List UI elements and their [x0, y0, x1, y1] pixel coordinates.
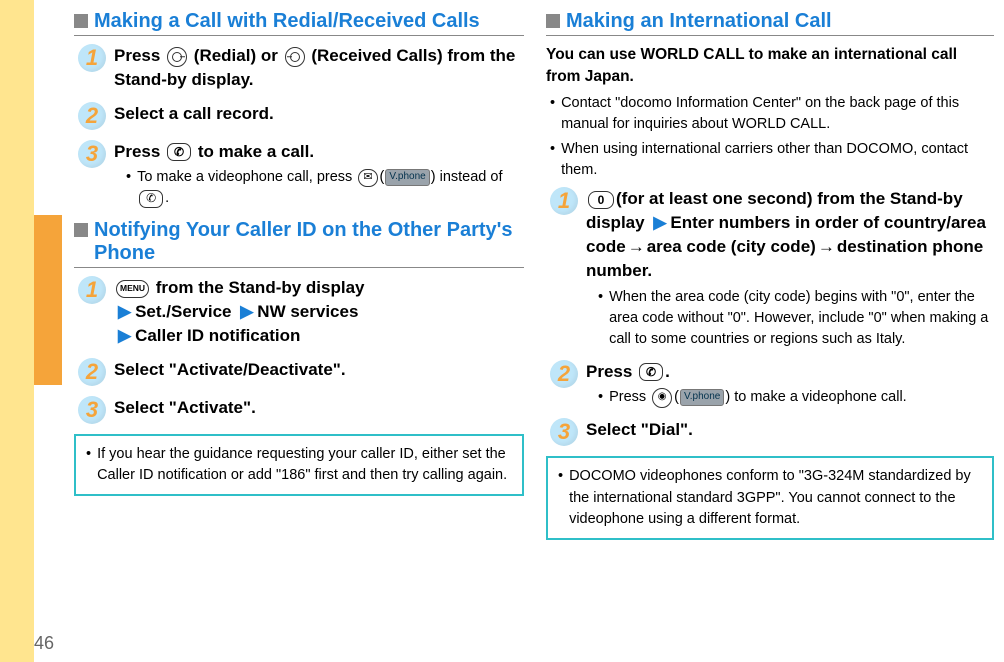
section-title-international: Making an International Call — [546, 10, 994, 36]
triangle-icon: ▶ — [118, 302, 131, 321]
intro-bullet-text: When using international carriers other … — [561, 139, 994, 181]
arrow-icon: → — [818, 237, 835, 256]
vphone-softkey-icon: V.phone — [680, 389, 724, 406]
call-key-icon: ✆ — [167, 143, 191, 161]
spine-section-label: Connect — [36, 230, 53, 290]
note-box-caller-id: If you hear the guidance requesting your… — [74, 434, 524, 496]
step-number-badge: 1 — [78, 276, 106, 304]
call-key-icon: ✆ — [639, 363, 663, 381]
spine-yellow — [0, 0, 34, 662]
note-text: DOCOMO videophones conform to "3G-324M s… — [569, 466, 982, 529]
triangle-icon: ▶ — [653, 213, 666, 232]
step-subnote: When the area code (city code) begins wi… — [586, 287, 994, 350]
step-number-badge: 3 — [78, 396, 106, 424]
step-number-badge: 3 — [550, 418, 578, 446]
mail-key-icon: ✉ — [358, 169, 377, 187]
section-title-caller-id: Notifying Your Caller ID on the Other Pa… — [74, 219, 524, 268]
triangle-icon: ▶ — [118, 326, 131, 345]
arrow-icon: → — [628, 237, 645, 256]
content-columns: Making a Call with Redial/Received Calls… — [64, 0, 1004, 662]
step-subnote: To make a videophone call, press ✉(V.pho… — [114, 167, 524, 209]
note-text: If you hear the guidance requesting your… — [97, 444, 512, 486]
step: 2 Press ✆. Press ◉(V.phone) to make a vi… — [546, 360, 994, 409]
step-number-badge: 1 — [78, 44, 106, 72]
vphone-softkey-icon: V.phone — [385, 169, 429, 186]
step-text: Press (Redial) or (Received Calls) from … — [114, 44, 524, 92]
step: 1 MENU from the Stand-by display ▶Set./S… — [74, 276, 524, 347]
step-text: Press ✆. — [586, 360, 994, 384]
step-text: Select "Activate". — [114, 396, 524, 420]
step-text: Select "Activate/Deactivate". — [114, 358, 524, 382]
step-text: Select "Dial". — [586, 418, 994, 442]
step-number-badge: 1 — [550, 187, 578, 215]
step: 2 Select a call record. — [74, 102, 524, 130]
step: 3 Select "Activate". — [74, 396, 524, 424]
section-marker-icon — [74, 223, 88, 237]
note-box-videophone: DOCOMO videophones conform to "3G-324M s… — [546, 456, 994, 539]
section-title-redial: Making a Call with Redial/Received Calls — [74, 10, 524, 36]
page-number: 46 — [34, 633, 54, 654]
step-number-badge: 3 — [78, 140, 106, 168]
step: 3 Press ✆ to make a call. To make a vide… — [74, 140, 524, 210]
camera-key-icon: ◉ — [652, 388, 672, 408]
step: 2 Select "Activate/Deactivate". — [74, 358, 524, 386]
step-text: Select a call record. — [114, 102, 524, 126]
step-number-badge: 2 — [78, 358, 106, 386]
section-marker-icon — [546, 14, 560, 28]
section-marker-icon — [74, 14, 88, 28]
step-text: Press ✆ to make a call. — [114, 140, 524, 164]
step: 3 Select "Dial". — [546, 418, 994, 446]
step-number-badge: 2 — [78, 102, 106, 130]
redial-icon — [167, 47, 187, 67]
right-column: Making an International Call You can use… — [534, 0, 1004, 662]
intro-text: You can use WORLD CALL to make an intern… — [546, 44, 994, 87]
call-key-icon: ✆ — [139, 190, 163, 208]
left-column: Making a Call with Redial/Received Calls… — [64, 0, 534, 662]
section-title-text: Notifying Your Caller ID on the Other Pa… — [94, 219, 518, 265]
menu-key-icon: MENU — [116, 280, 149, 298]
step: 1 0(for at least one second) from the St… — [546, 187, 994, 349]
section-title-text: Making a Call with Redial/Received Calls — [94, 10, 518, 33]
step-subnote: Press ◉(V.phone) to make a videophone ca… — [586, 387, 994, 408]
step-text: 0(for at least one second) from the Stan… — [586, 187, 994, 282]
step: 1 Press (Redial) or (Received Calls) fro… — [74, 44, 524, 92]
triangle-icon: ▶ — [240, 302, 253, 321]
step-number-badge: 2 — [550, 360, 578, 388]
step-text: MENU from the Stand-by display ▶Set./Ser… — [114, 276, 524, 347]
intro-bullets: Contact "docomo Information Center" on t… — [546, 93, 994, 181]
intro-bullet-text: Contact "docomo Information Center" on t… — [561, 93, 994, 135]
received-calls-icon — [285, 47, 305, 67]
zero-key-icon: 0 — [588, 191, 614, 209]
section-title-text: Making an International Call — [566, 10, 832, 32]
